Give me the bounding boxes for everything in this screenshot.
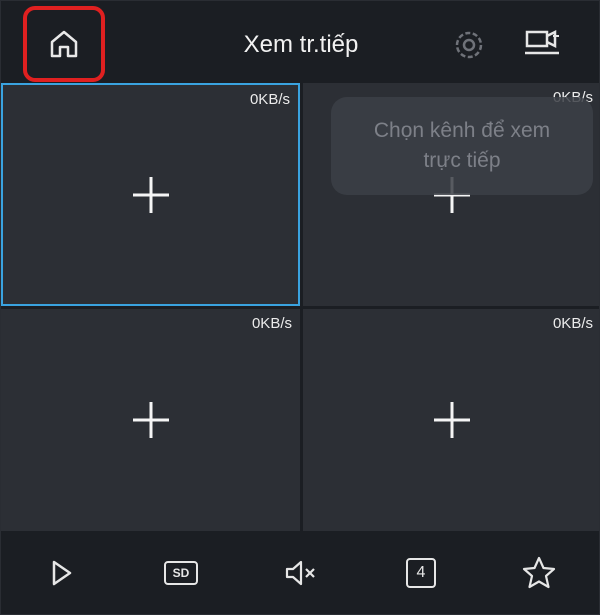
sd-label: SD (172, 566, 190, 580)
mute-icon (285, 560, 315, 586)
play-icon (52, 560, 72, 586)
channel-cell-3[interactable]: 0KB/s (1, 309, 300, 531)
tooltip-line-1: Chọn kênh để xem (373, 119, 551, 142)
sd-quality-icon: SD (164, 561, 198, 585)
device-switch-icon (525, 29, 559, 55)
favorite-star-icon (522, 556, 556, 589)
channel-cell-1[interactable]: 0KB/s (1, 83, 300, 306)
layout-button[interactable]: 4 (399, 551, 443, 595)
bitrate-label: 0KB/s (251, 315, 292, 332)
layout-count: 4 (416, 564, 426, 581)
sd-quality-button[interactable]: SD (159, 551, 203, 595)
tooltip-line-2: trực tiếp (423, 149, 501, 172)
add-channel-icon[interactable] (131, 400, 171, 440)
layout-icon: 4 (406, 558, 436, 588)
device-switch-button[interactable] (521, 23, 565, 63)
play-button[interactable] (39, 551, 83, 595)
bitrate-label: 0KB/s (249, 91, 290, 108)
favorite-button[interactable] (517, 551, 561, 595)
home-button[interactable] (23, 6, 105, 82)
channel-cell-4[interactable]: 0KB/s (303, 309, 599, 531)
settings-button[interactable] (451, 27, 487, 63)
bitrate-label: 0KB/s (552, 315, 593, 332)
page-title: Xem tr.tiếp (243, 31, 359, 58)
gear-icon (455, 31, 483, 59)
top-bar: Xem tr.tiếp (1, 1, 599, 83)
home-icon (50, 30, 78, 58)
select-channel-tooltip: Chọn kênh để xem trực tiếp (331, 97, 593, 195)
add-channel-icon[interactable] (432, 400, 472, 440)
live-view-screen: Xem tr.tiếp 0KB/s 0KB/s 0KB/s Chọn kênh … (0, 0, 600, 615)
add-channel-icon[interactable] (131, 175, 171, 215)
bottom-toolbar: SD 4 (1, 531, 599, 614)
mute-button[interactable] (279, 551, 323, 595)
